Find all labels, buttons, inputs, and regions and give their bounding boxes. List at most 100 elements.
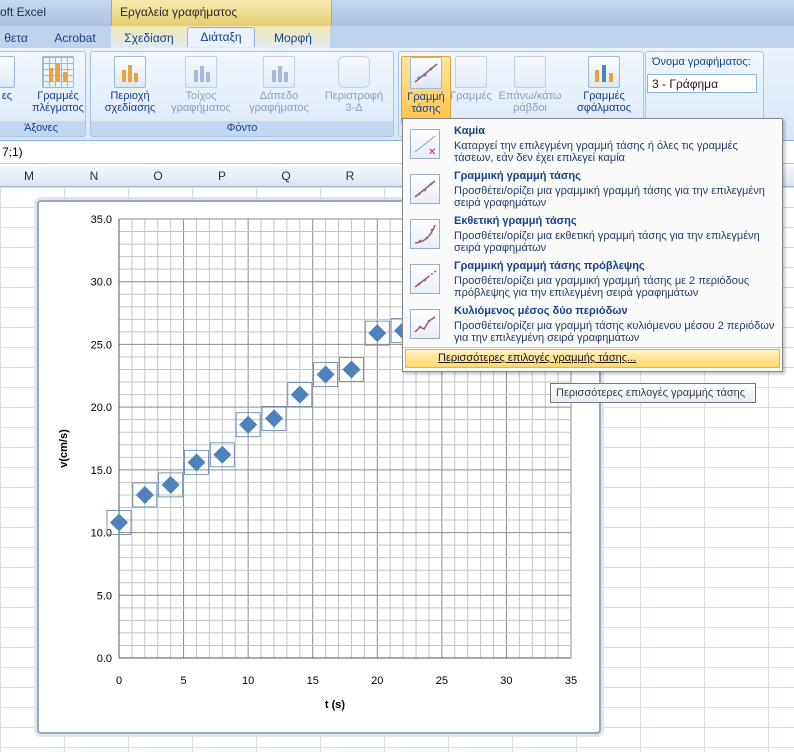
data-point [161, 475, 180, 494]
y-tick-label: 35.0 [91, 214, 112, 226]
y-tick-label: 10.0 [91, 528, 112, 540]
column-header-m[interactable]: M [0, 169, 61, 183]
x-tick-label: 0 [116, 675, 122, 687]
chart-name-input[interactable]: 3 - Γράφημα [647, 74, 757, 93]
context-title-text: Εργαλεία γραφήματος [120, 5, 238, 19]
column-header-p[interactable]: P [190, 169, 254, 183]
x-tick-label: 5 [181, 675, 187, 687]
data-point [239, 415, 258, 434]
up-down-bars-icon [514, 56, 546, 88]
menu-separator [403, 347, 782, 348]
menu-item-more-options[interactable]: Περισσότερες επιλογές γραμμής τάσης... [405, 349, 780, 368]
y-tick-label: 0.0 [97, 653, 112, 665]
app-title: oft Excel [0, 5, 47, 19]
menu-item-exponential[interactable]: Εκθετική γραμμή τάσης Προσθέτει/ορίζει μ… [403, 211, 782, 256]
column-header-r[interactable]: R [318, 169, 382, 183]
trendline-forecast-icon [410, 264, 440, 294]
lines-icon [455, 56, 487, 88]
tab-layout[interactable]: Διάταξη [187, 27, 255, 47]
trendline-label-2: τάσης [411, 103, 441, 115]
x-tick-label: 30 [500, 675, 512, 687]
column-header-o[interactable]: O [126, 169, 190, 183]
data-point [316, 365, 335, 384]
column-header-q[interactable]: Q [254, 169, 318, 183]
data-point [110, 513, 128, 532]
menu-item-exponential-title: Εκθετική γραμμή τάσης [454, 215, 577, 227]
menu-item-none-title: Καμία [454, 125, 486, 137]
menu-item-none[interactable]: ✕ Καμία Καταργεί την επιλεγμένη γραμμή τ… [403, 121, 782, 166]
menu-item-moving-average[interactable]: Κυλιόμενος μέσος δύο περιόδων Προσθέτει/… [403, 301, 782, 346]
menu-item-none-desc: Καταργεί την επιλεγμένη γραμμή τάσης ή ό… [454, 140, 738, 164]
tab-format[interactable]: Μορφή [262, 29, 324, 48]
data-point [368, 324, 387, 343]
tab-acrobat[interactable]: Acrobat [45, 29, 105, 48]
tooltip: Περισσότερες επιλογές γραμμής τάσης [550, 383, 756, 403]
x-tick-label: 20 [371, 675, 383, 687]
lines-label: Γραμμές [450, 90, 492, 102]
x-tick-label: 25 [436, 675, 448, 687]
chart-wall-label-2: γραφήματος [171, 102, 231, 114]
group-background-label: Φόντο [91, 121, 393, 136]
group-axes-label: Άξονες [0, 121, 85, 136]
up-down-bars-label-1: Επάνω/κάτω [498, 90, 562, 102]
data-point [135, 485, 154, 504]
menu-item-linear-desc: Προσθέτει/ορίζει μια γραμμική γραμμή τάσ… [454, 185, 765, 209]
up-down-bars-button[interactable]: Επάνω/κάτω ράβδοι [495, 56, 565, 114]
error-bars-label-1: Γραμμές [583, 90, 625, 102]
axes-icon [0, 56, 15, 88]
group-background: Περιοχή σχεδίασης Τοίχος γραφήματος Δάπε… [90, 51, 394, 137]
x-tick-label: 35 [565, 675, 577, 687]
menu-item-linear-forecast-title: Γραμμική γραμμή τάσης πρόβλεψης [454, 260, 645, 272]
chart-wall-icon [185, 56, 217, 88]
menu-item-linear-forecast[interactable]: Γραμμική γραμμή τάσης πρόβλεψης Προσθέτε… [403, 256, 782, 301]
menu-item-linear-title: Γραμμική γραμμή τάσης [454, 170, 581, 182]
x-axis-title: t (s) [325, 699, 346, 711]
column-header-n[interactable]: N [62, 169, 126, 183]
svg-text:✕: ✕ [428, 147, 436, 158]
chart-floor-icon [263, 56, 295, 88]
plot-area-label-1: Περιοχή [110, 90, 150, 102]
group-axes: ες Γραμμές πλέγματος Άξονες [0, 51, 86, 137]
3d-rotation-icon [338, 56, 370, 88]
y-tick-label: 20.0 [91, 402, 112, 414]
axes-label: ες [1, 90, 13, 102]
trendline-none-icon: ✕ [410, 129, 440, 159]
gridlines-button[interactable]: Γραμμές πλέγματος [29, 56, 87, 114]
y-tick-label: 15.0 [91, 465, 112, 477]
menu-item-more-options-label: Περισσότερες επιλογές γραμμής τάσης... [438, 352, 637, 364]
lines-button[interactable]: Γραμμές [449, 56, 493, 102]
gridlines-icon [42, 56, 74, 88]
chart-wall-label-1: Τοίχος [185, 90, 217, 102]
3d-rotation-button[interactable]: Περιστροφή 3-Δ [319, 56, 389, 114]
3d-rotation-label-1: Περιστροφή [324, 90, 384, 102]
x-tick-label: 15 [307, 675, 319, 687]
trendline-label-1: Γραμμή [407, 91, 445, 103]
gridlines-label-1: Γραμμές [37, 90, 79, 102]
axes-button[interactable]: ες [0, 56, 17, 102]
trendline-moving-average-icon [410, 309, 440, 339]
menu-item-linear[interactable]: Γραμμική γραμμή τάσης Προσθέτει/ορίζει μ… [403, 166, 782, 211]
data-point [342, 360, 361, 379]
menu-item-linear-forecast-desc: Προσθέτει/ορίζει μια γραμμική γραμμή τάσ… [454, 275, 750, 299]
menu-item-exponential-desc: Προσθέτει/ορίζει μια εκθετική γραμμή τάσ… [454, 230, 760, 254]
trendline-exponential-icon [410, 219, 440, 249]
tab-design[interactable]: Σχεδίαση [117, 29, 181, 48]
error-bars-icon [588, 56, 620, 88]
chart-floor-button[interactable]: Δάπεδο γραφήματος [243, 56, 315, 114]
y-tick-label: 25.0 [91, 339, 112, 351]
trendline-linear-icon [410, 174, 440, 204]
gridlines-label-2: πλέγματος [32, 102, 84, 114]
error-bars-button[interactable]: Γραμμές σφάλματος [569, 56, 639, 114]
trendline-button[interactable]: Γραμμή τάσης [401, 56, 451, 124]
chart-name-label: Όνομα γραφήματος: [652, 56, 751, 68]
3d-rotation-label-2: 3-Δ [345, 102, 363, 114]
up-down-bars-label-2: ράβδοι [513, 102, 547, 114]
plot-area-button[interactable]: Περιοχή σχεδίασης [97, 56, 163, 114]
error-bars-label-2: σφάλματος [576, 102, 632, 114]
tab-insert[interactable]: θετα [0, 29, 32, 48]
data-point [213, 445, 232, 464]
chart-tools-context-header: Εργαλεία γραφήματος [111, 0, 332, 26]
data-point [264, 409, 283, 428]
data-point [290, 385, 309, 404]
chart-wall-button[interactable]: Τοίχος γραφήματος [165, 56, 237, 114]
